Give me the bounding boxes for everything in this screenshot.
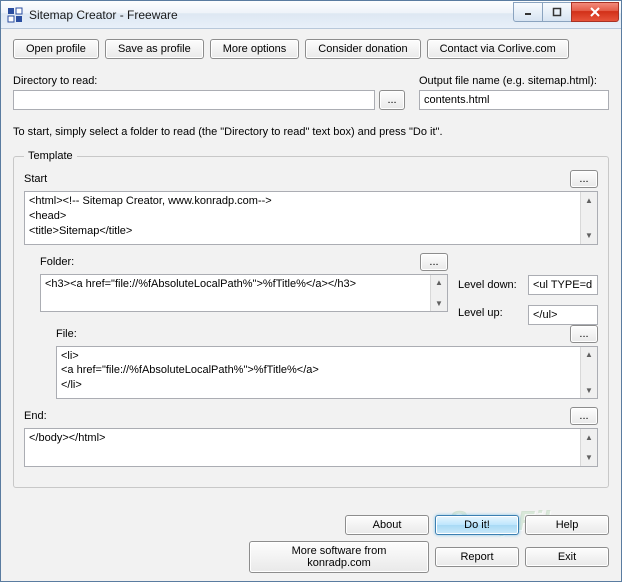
scroll-down-icon[interactable]: ▼: [581, 450, 597, 466]
window-controls: [514, 2, 619, 22]
directory-browse-button[interactable]: ...: [379, 90, 405, 110]
folder-scrollbar[interactable]: ▲ ▼: [430, 275, 447, 312]
scroll-up-icon[interactable]: ▲: [581, 429, 597, 445]
path-row: Directory to read: ... Output file name …: [13, 75, 609, 110]
contact-button[interactable]: Contact via Corlive.com: [427, 39, 569, 59]
close-button[interactable]: [571, 2, 619, 22]
directory-label: Directory to read:: [13, 75, 405, 87]
output-label: Output file name (e.g. sitemap.html):: [419, 75, 609, 87]
minimize-button[interactable]: [513, 2, 543, 22]
titlebar: Sitemap Creator - Freeware: [1, 1, 621, 29]
start-browse-button[interactable]: ...: [570, 170, 598, 188]
start-label: Start: [24, 173, 47, 185]
file-scrollbar[interactable]: ▲ ▼: [580, 347, 597, 399]
level-up-input[interactable]: [528, 305, 598, 325]
directory-input[interactable]: [13, 90, 375, 110]
template-group: Template Start ... ▲ ▼: [13, 150, 609, 488]
folder-label: Folder:: [40, 256, 74, 268]
window-title: Sitemap Creator - Freeware: [29, 8, 514, 22]
level-down-label: Level down:: [458, 279, 518, 291]
folder-browse-button[interactable]: ...: [420, 253, 448, 271]
consider-donation-button[interactable]: Consider donation: [305, 39, 420, 59]
help-button[interactable]: Help: [525, 515, 609, 535]
more-software-button[interactable]: More software from konradp.com: [249, 541, 429, 573]
about-button[interactable]: About: [345, 515, 429, 535]
scroll-down-icon[interactable]: ▼: [581, 228, 597, 244]
scroll-up-icon[interactable]: ▲: [581, 192, 597, 208]
top-toolbar: Open profile Save as profile More option…: [13, 39, 609, 59]
end-label: End:: [24, 410, 47, 422]
output-input[interactable]: [419, 90, 609, 110]
app-window: Sitemap Creator - Freeware Open profile …: [0, 0, 622, 582]
scroll-up-icon[interactable]: ▲: [431, 275, 447, 291]
level-up-label: Level up:: [458, 307, 518, 319]
instruction-text: To start, simply select a folder to read…: [13, 126, 609, 138]
template-legend: Template: [24, 150, 77, 162]
start-scrollbar[interactable]: ▲ ▼: [580, 192, 597, 244]
more-options-button[interactable]: More options: [210, 39, 300, 59]
open-profile-button[interactable]: Open profile: [13, 39, 99, 59]
app-icon: [7, 7, 23, 23]
end-browse-button[interactable]: ...: [570, 407, 598, 425]
report-button[interactable]: Report: [435, 547, 519, 567]
bottom-bar: About Do it! Help More software from kon…: [13, 515, 609, 573]
folder-textarea[interactable]: [41, 275, 429, 309]
start-textarea[interactable]: [25, 192, 579, 241]
maximize-button[interactable]: [542, 2, 572, 22]
scroll-down-icon[interactable]: ▼: [431, 295, 447, 311]
level-down-input[interactable]: [528, 275, 598, 295]
scroll-down-icon[interactable]: ▼: [581, 382, 597, 398]
end-textarea[interactable]: [25, 429, 579, 463]
file-textarea[interactable]: [57, 347, 579, 396]
file-browse-button[interactable]: ...: [570, 325, 598, 343]
file-label: File:: [56, 328, 77, 340]
exit-button[interactable]: Exit: [525, 547, 609, 567]
scroll-up-icon[interactable]: ▲: [581, 347, 597, 363]
do-it-button[interactable]: Do it!: [435, 515, 519, 535]
client-area: Open profile Save as profile More option…: [1, 29, 621, 581]
end-scrollbar[interactable]: ▲ ▼: [580, 429, 597, 466]
save-profile-button[interactable]: Save as profile: [105, 39, 204, 59]
